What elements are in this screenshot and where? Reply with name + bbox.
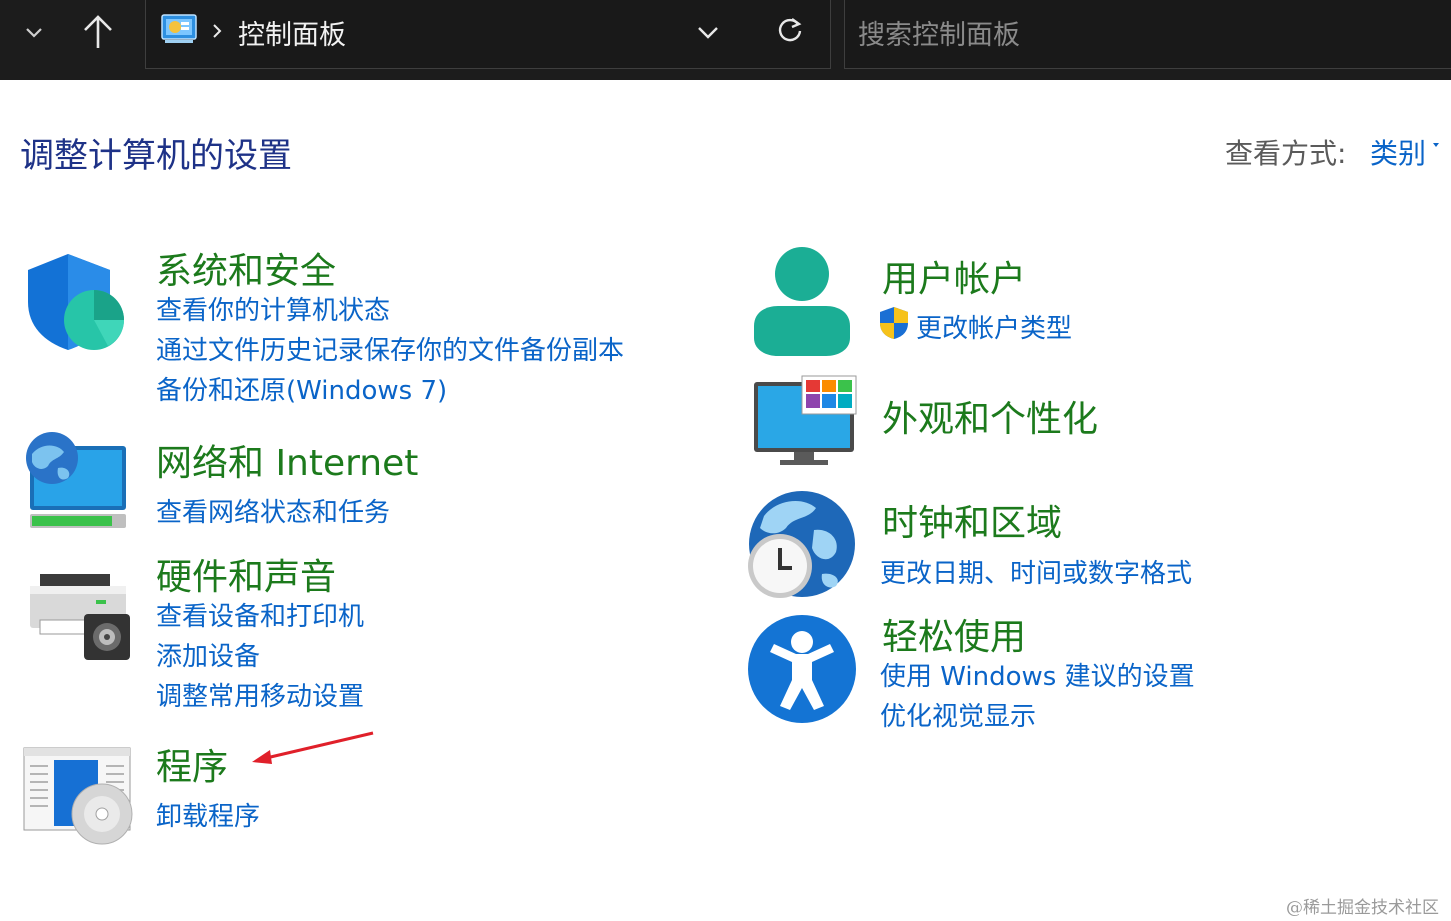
caret-down-icon[interactable]: [1433, 143, 1439, 147]
link-change-date-time-format[interactable]: 更改日期、时间或数字格式: [880, 553, 1192, 590]
link-backup-restore[interactable]: 备份和还原(Windows 7): [156, 370, 447, 407]
category-hardware-title[interactable]: 硬件和声音: [156, 548, 336, 600]
category-clock-region-title[interactable]: 时钟和区域: [882, 494, 1062, 546]
user-icon[interactable]: [752, 246, 852, 358]
link-optimize-visual-display[interactable]: 优化视觉显示: [880, 696, 1036, 733]
link-network-status[interactable]: 查看网络状态和任务: [156, 492, 390, 529]
link-view-computer-status[interactable]: 查看你的计算机状态: [156, 290, 390, 327]
address-bar[interactable]: 控制面板: [145, 0, 831, 69]
category-user-accounts-title[interactable]: 用户帐户: [882, 250, 1026, 302]
link-mobility-settings[interactable]: 调整常用移动设置: [156, 676, 364, 713]
breadcrumb-control-panel[interactable]: 控制面板: [238, 13, 346, 52]
link-change-account-type[interactable]: 更改帐户类型: [916, 308, 1072, 345]
title-bar: 控制面板 搜索控制面板: [0, 0, 1451, 80]
annotation-arrow-icon: [252, 731, 374, 764]
chevron-right-icon: [213, 24, 222, 38]
programs-icon[interactable]: [22, 746, 134, 846]
shield-icon[interactable]: [22, 250, 132, 355]
uac-shield-icon: [880, 307, 908, 339]
arrow-up-icon: [84, 15, 112, 48]
view-by-dropdown[interactable]: 类别: [1370, 132, 1426, 172]
category-system-security-title[interactable]: 系统和安全: [156, 242, 336, 294]
link-add-device[interactable]: 添加设备: [156, 636, 260, 673]
watermark: @稀土掘金技术社区: [1286, 898, 1439, 918]
control-panel-icon: [161, 14, 197, 43]
refresh-icon[interactable]: [776, 16, 804, 44]
chevron-down-icon[interactable]: [696, 22, 720, 42]
network-icon[interactable]: [22, 432, 130, 534]
chevron-down-icon: [26, 28, 42, 38]
recent-locations-dropdown[interactable]: [12, 10, 56, 54]
link-windows-suggested-settings[interactable]: 使用 Windows 建议的设置: [880, 656, 1195, 693]
appearance-icon[interactable]: [752, 374, 858, 468]
accessibility-icon[interactable]: [746, 614, 858, 724]
category-network-title[interactable]: 网络和 Internet: [156, 434, 418, 486]
link-devices-printers[interactable]: 查看设备和打印机: [156, 596, 364, 633]
printer-icon[interactable]: [26, 572, 134, 662]
link-uninstall-program[interactable]: 卸载程序: [156, 796, 260, 833]
search-input[interactable]: 搜索控制面板: [858, 13, 1020, 52]
category-programs-title[interactable]: 程序: [156, 738, 228, 790]
link-file-history-backup[interactable]: 通过文件历史记录保存你的文件备份副本: [156, 330, 624, 367]
category-ease-of-access-title[interactable]: 轻松使用: [882, 608, 1026, 660]
clock-globe-icon[interactable]: [746, 490, 858, 602]
view-by-label: 查看方式:: [1225, 137, 1347, 170]
page-title: 调整计算机的设置: [20, 136, 292, 176]
category-appearance-title[interactable]: 外观和个性化: [882, 390, 1098, 442]
up-button[interactable]: [76, 10, 120, 54]
search-box[interactable]: 搜索控制面板: [844, 0, 1451, 69]
